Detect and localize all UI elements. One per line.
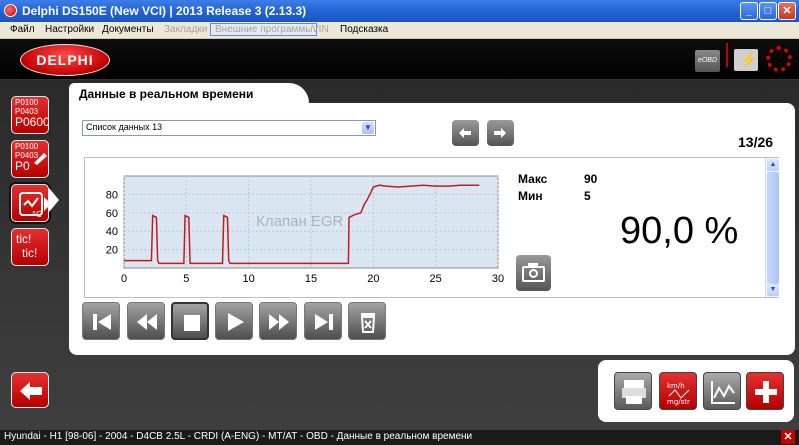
stop-icon (184, 315, 200, 331)
snapshot-button[interactable] (516, 255, 551, 291)
data-list-select[interactable]: Список данных 13 ▼ (82, 120, 376, 136)
actuator-test-button[interactable]: tic! tic! (11, 228, 49, 266)
x-tick-label: 10 (243, 273, 255, 285)
eraser-icon (34, 153, 47, 165)
svg-text:°C: °C (32, 210, 42, 219)
code-line: P0100 (15, 98, 39, 107)
skip-to-end-button[interactable] (304, 302, 342, 340)
vertical-scrollbar[interactable]: ▲ ▼ (765, 158, 779, 297)
close-button[interactable]: ✕ (778, 2, 796, 20)
scroll-up-icon[interactable]: ▲ (767, 159, 779, 171)
redo-arrow-icon (494, 128, 506, 138)
next-page-button[interactable] (487, 120, 514, 146)
stop-button[interactable] (171, 302, 209, 340)
svg-text:km/h: km/h (667, 382, 685, 390)
delete-recording-button[interactable] (348, 302, 386, 340)
add-parameter-button[interactable] (746, 372, 784, 410)
header-band: DELPHI (0, 39, 799, 80)
menu-settings[interactable]: Настройки (45, 24, 94, 35)
current-value: 90,0 % (620, 210, 739, 252)
max-label: Макс (518, 172, 548, 186)
play-icon (228, 313, 244, 331)
live-data-button[interactable]: °C (11, 184, 49, 222)
fault-codes-button[interactable]: P0100 P0403 P0600 (11, 96, 49, 134)
units-button[interactable]: km/h mg/str (659, 372, 697, 410)
x-tick-label: 5 (183, 273, 189, 285)
active-indicator-arrow (49, 188, 59, 212)
x-tick-label: 20 (367, 273, 379, 285)
print-button[interactable] (614, 372, 652, 410)
printer-icon (622, 380, 646, 404)
menu-help[interactable]: Подсказка (340, 24, 388, 35)
battery-icon[interactable]: ⚡ (734, 49, 758, 71)
y-tick-label: 60 (106, 208, 118, 220)
maximize-button[interactable]: □ (759, 2, 777, 20)
skip-start-icon (93, 314, 111, 330)
vehicle-info: Hyundai - H1 [98-06] - 2004 - D4CB 2.5L … (4, 431, 473, 442)
graph-view-button[interactable] (703, 372, 741, 410)
camera-lens (529, 269, 538, 278)
back-arrow-icon (20, 382, 42, 400)
settings-gear-icon[interactable] (766, 46, 792, 72)
y-tick-label: 40 (106, 226, 118, 238)
status-close-button[interactable]: ✕ (781, 430, 795, 444)
chevron-down-icon[interactable]: ▼ (362, 122, 374, 134)
chart-watermark: Клапан EGR (256, 213, 343, 230)
fast-forward-button[interactable] (259, 302, 297, 340)
back-button[interactable] (11, 372, 49, 408)
y-tick-label: 20 (106, 245, 118, 257)
app-icon (4, 4, 17, 17)
x-tick-label: 0 (121, 273, 127, 285)
window-title: Delphi DS150E (New VCI) | 2013 Release 3… (22, 4, 307, 18)
previous-page-button[interactable] (452, 120, 479, 146)
max-value: 90 (584, 172, 598, 186)
play-button[interactable] (215, 302, 253, 340)
title-bar: Delphi DS150E (New VCI) | 2013 Release 3… (0, 0, 799, 22)
egr-valve-chart: 0 5 10 15 20 25 30 20 40 60 80 Клапан EGR (106, 175, 504, 285)
rewind-icon (137, 314, 157, 330)
status-bar: Hyundai - H1 [98-06] - 2004 - D4CB 2.5L … (0, 430, 799, 445)
tic-text: tic! (22, 246, 38, 260)
eobd-icon[interactable]: eOBD (695, 50, 720, 72)
menu-file[interactable]: Файл (10, 24, 35, 35)
skip-to-start-button[interactable] (82, 302, 120, 340)
live-data-icon: °C (19, 192, 43, 219)
menu-vin: VIN (312, 24, 329, 35)
tic-text: tic! (16, 232, 32, 246)
fast-forward-icon (269, 314, 289, 330)
code-line: P0600 (15, 115, 49, 129)
menu-bookmarks: Закладки (164, 24, 208, 35)
minimize-button[interactable]: _ (740, 2, 758, 20)
graph-icon (711, 381, 735, 404)
panel-title: Данные в реальном времени (79, 87, 254, 101)
y-tick-label: 80 (106, 189, 118, 201)
x-tick-label: 25 (430, 273, 442, 285)
svg-text:mg/str: mg/str (667, 398, 690, 406)
data-list-value: Список данных 13 (86, 122, 163, 132)
scroll-thumb[interactable] (767, 172, 779, 284)
units-icon: km/h mg/str (667, 382, 690, 406)
trash-icon (360, 313, 376, 333)
header-divider (726, 43, 728, 67)
menu-external-programs: Внешние программы (210, 23, 318, 36)
skip-end-icon (315, 314, 333, 330)
add-parameter-icon (755, 381, 777, 403)
clear-codes-button[interactable]: P0100 P0403 P0 (11, 140, 49, 178)
min-label: Мин (518, 189, 543, 203)
page-counter: 13/26 (738, 134, 774, 150)
delphi-logo: DELPHI (20, 44, 110, 76)
x-tick-label: 30 (492, 273, 504, 285)
menu-bar: Файл Настройки Документы Закладки Внешни… (0, 22, 799, 39)
scroll-down-icon[interactable]: ▼ (767, 284, 779, 296)
min-value: 5 (584, 189, 591, 203)
menu-documents[interactable]: Документы (102, 24, 154, 35)
rewind-button[interactable] (127, 302, 165, 340)
undo-arrow-icon (459, 128, 471, 138)
x-tick-label: 15 (305, 273, 317, 285)
